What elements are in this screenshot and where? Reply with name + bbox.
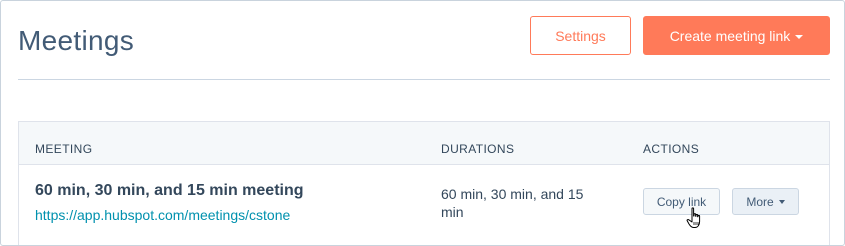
settings-button-label: Settings xyxy=(555,27,606,44)
more-label: More xyxy=(746,194,774,209)
column-header-durations: DURATIONS xyxy=(441,142,515,156)
column-header-meeting: MEETING xyxy=(35,142,93,156)
more-dropdown-button[interactable]: More xyxy=(732,188,799,215)
meetings-table: MEETING DURATIONS ACTIONS 60 min, 30 min… xyxy=(18,121,830,245)
page-header: Meetings Settings Create meeting link xyxy=(18,1,830,80)
meetings-window: Meetings Settings Create meeting link ME… xyxy=(0,0,845,246)
table-header: MEETING DURATIONS ACTIONS xyxy=(19,122,829,165)
chevron-down-icon xyxy=(795,34,804,39)
copy-link-button[interactable]: Copy link xyxy=(643,188,720,215)
chevron-down-icon xyxy=(778,200,785,204)
create-meeting-link-button[interactable]: Create meeting link xyxy=(643,16,830,55)
table-row: 60 min, 30 min, and 15 min meeting https… xyxy=(19,165,829,245)
meeting-name: 60 min, 30 min, and 15 min meeting xyxy=(35,182,304,199)
meeting-link[interactable]: https://app.hubspot.com/meetings/cstone xyxy=(35,207,290,223)
column-header-actions: ACTIONS xyxy=(643,142,700,156)
create-meeting-link-label: Create meeting link xyxy=(669,27,791,44)
hand-pointer-icon xyxy=(686,207,701,228)
meeting-durations: 60 min, 30 min, and 15 min xyxy=(441,186,584,220)
settings-button[interactable]: Settings xyxy=(530,16,631,55)
page-title: Meetings xyxy=(18,25,135,56)
